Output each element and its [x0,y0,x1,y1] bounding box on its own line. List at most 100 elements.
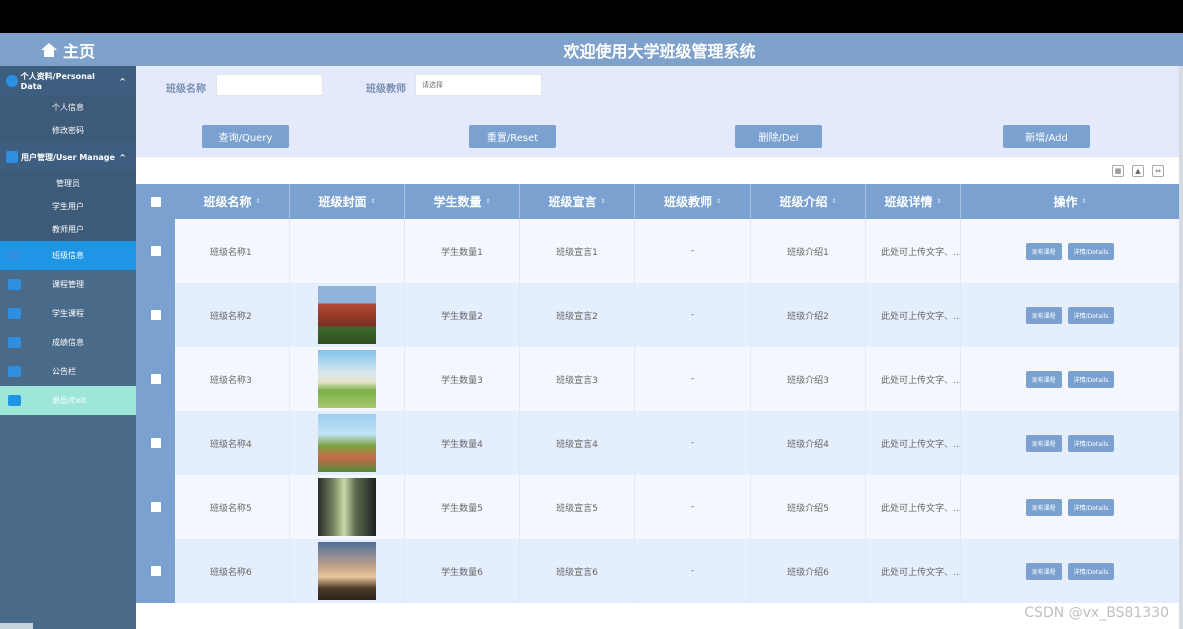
print-icon[interactable]: ▲ [1132,165,1144,177]
cell-intro: 班级介绍3 [751,347,866,411]
row-checkbox-cell[interactable] [136,411,175,475]
details-button[interactable]: 详情/Details [1067,434,1115,452]
row-checkbox-cell[interactable] [136,539,175,603]
group-user-label: 用户管理/User Manage [21,152,115,162]
cell-teacher: - [635,411,751,475]
cell-class-name: 班级名称2 [175,283,290,347]
row-checkbox-cell[interactable] [136,347,175,411]
export-icon[interactable]: ▦ [1112,165,1124,177]
publish-course-button[interactable]: 发布课程 [1025,498,1062,516]
cell-cover [290,347,405,411]
cell-student-count: 学生数量6 [405,539,520,603]
row-checkbox[interactable] [150,246,161,256]
row-checkbox-cell[interactable] [136,219,175,283]
delete-button[interactable]: 删除/Del [735,125,822,148]
col-actions[interactable]: 操作 ⇕ [961,184,1179,219]
cell-student-count: 学生数量5 [405,475,520,539]
class-cover-image[interactable] [318,542,376,600]
row-checkbox[interactable] [150,310,161,320]
group-personal-data[interactable]: 个人资料/Personal Data ^ [0,66,136,96]
details-button[interactable]: 详情/Details [1067,498,1115,516]
top-black-bar [0,0,1183,33]
col-intro[interactable]: 班级介绍 ⇕ [751,184,866,219]
vertical-scrollbar[interactable] [1179,66,1183,629]
publish-course-button[interactable]: 发布课程 [1025,242,1062,260]
table-row[interactable]: 班级名称1 学生数量1 班级宣言1- 班级介绍1 此处可上传文字、... 发布课程 详情/D… [136,219,1179,283]
publish-course-button[interactable]: 发布课程 [1025,434,1062,452]
class-cover-image[interactable] [318,414,376,472]
cell-actions: 发布课程 详情/Details [961,347,1179,411]
sort-icon: ⇕ [1081,198,1087,205]
row-checkbox-cell[interactable] [136,475,175,539]
sidebar-item-class-info[interactable]: 班级信息 [0,241,136,270]
col-details[interactable]: 班级详情 ⇕ [866,184,961,219]
reset-button[interactable]: 重置/Reset [469,125,556,148]
table-row[interactable]: 班级名称5 学生数量5 班级宣言5- 班级介绍5 此处可上传文字、... 发布课程 详情/D… [136,475,1179,539]
refresh-icon[interactable]: ⇔ [1152,165,1164,177]
sidebar-item-change-password[interactable]: 修改密码 [0,119,136,142]
row-checkbox[interactable] [150,502,161,512]
cell-cover [290,411,405,475]
row-checkbox[interactable] [150,438,161,448]
chevron-up-icon: ^ [119,152,126,162]
sidebar-item-student-users[interactable]: 学生用户 [0,195,136,218]
cell-actions: 发布课程 详情/Details [961,539,1179,603]
cell-class-name: 班级名称3 [175,347,290,411]
class-cover-image[interactable] [318,478,376,536]
publish-course-button[interactable]: 发布课程 [1025,562,1062,580]
cell-slogan: 班级宣言1 [520,219,635,283]
sidebar-item-notice[interactable]: 公告栏 [0,357,136,386]
sidebar-item-student-course[interactable]: 学生课程 [0,299,136,328]
select-all-cell[interactable] [136,184,175,219]
query-button[interactable]: 查询/Query [202,125,289,148]
table-row[interactable]: 班级名称4 学生数量4 班级宣言4- 班级介绍4 此处可上传文字、... 发布课程 详情/D… [136,411,1179,475]
col-student-count[interactable]: 学生数量 ⇕ [405,184,520,219]
teacher-select[interactable] [415,74,542,96]
watermark: CSDN @vx_BS81330 [1024,605,1169,621]
row-checkbox[interactable] [150,566,161,576]
table-row[interactable]: 班级名称3 学生数量3 班级宣言3- 班级介绍3 此处可上传文字、... 发布课程 详情/D… [136,347,1179,411]
sidebar-item-personal-info[interactable]: 个人信息 [0,96,136,119]
col-teacher[interactable]: 班级教师 ⇕ [635,184,751,219]
cell-intro: 班级介绍6 [751,539,866,603]
col-cover[interactable]: 班级封面 ⇕ [290,184,405,219]
class-cover-image[interactable] [318,350,376,408]
bottom-tag [0,623,33,629]
details-button[interactable]: 详情/Details [1067,306,1115,324]
details-button[interactable]: 详情/Details [1067,370,1115,388]
table-row[interactable]: 班级名称2 学生数量2 班级宣言2- 班级介绍2 此处可上传文字、... 发布课程 详情/D… [136,283,1179,347]
row-checkbox[interactable] [150,374,161,384]
sort-icon: ⇕ [936,198,942,205]
select-all-checkbox[interactable] [150,196,161,207]
details-button[interactable]: 详情/Details [1067,562,1115,580]
details-button[interactable]: 详情/Details [1067,242,1115,260]
cell-student-count: 学生数量1 [405,219,520,283]
class-name-input[interactable] [216,74,323,96]
col-slogan[interactable]: 班级宣言 ⇕ [520,184,635,219]
sidebar-item-teacher-users[interactable]: 教师用户 [0,218,136,241]
table-row[interactable]: 班级名称6 学生数量6 班级宣言6- 班级介绍6 此处可上传文字、... 发布课程 详情/D… [136,539,1179,603]
cell-student-count: 学生数量2 [405,283,520,347]
cell-actions: 发布课程 详情/Details [961,411,1179,475]
group-user-manage[interactable]: 用户管理/User Manage ^ [0,142,136,172]
home-link[interactable]: 主页 [0,33,136,66]
sidebar-item-grades[interactable]: 成绩信息 [0,328,136,357]
cell-cover [290,219,405,283]
cell-intro: 班级介绍4 [751,411,866,475]
sidebar-item-exit[interactable]: 退出/Exit [0,386,136,415]
sidebar-item-course-manage[interactable]: 课程管理 [0,270,136,299]
cell-details: 此处可上传文字、... [866,411,961,475]
publish-course-button[interactable]: 发布课程 [1025,370,1062,388]
cell-cover [290,475,405,539]
add-button[interactable]: 新增/Add [1003,125,1090,148]
col-class-name[interactable]: 班级名称 ⇕ [175,184,290,219]
class-cover-image[interactable] [318,286,376,344]
cell-student-count: 学生数量4 [405,411,520,475]
cell-intro: 班级介绍2 [751,283,866,347]
cell-teacher: - [635,283,751,347]
row-checkbox-cell[interactable] [136,283,175,347]
publish-course-button[interactable]: 发布课程 [1025,306,1062,324]
sidebar-item-admin[interactable]: 管理员 [0,172,136,195]
sort-icon: ⇕ [600,198,606,205]
table-toolbar: ▦ ▲ ⇔ [136,156,1179,184]
